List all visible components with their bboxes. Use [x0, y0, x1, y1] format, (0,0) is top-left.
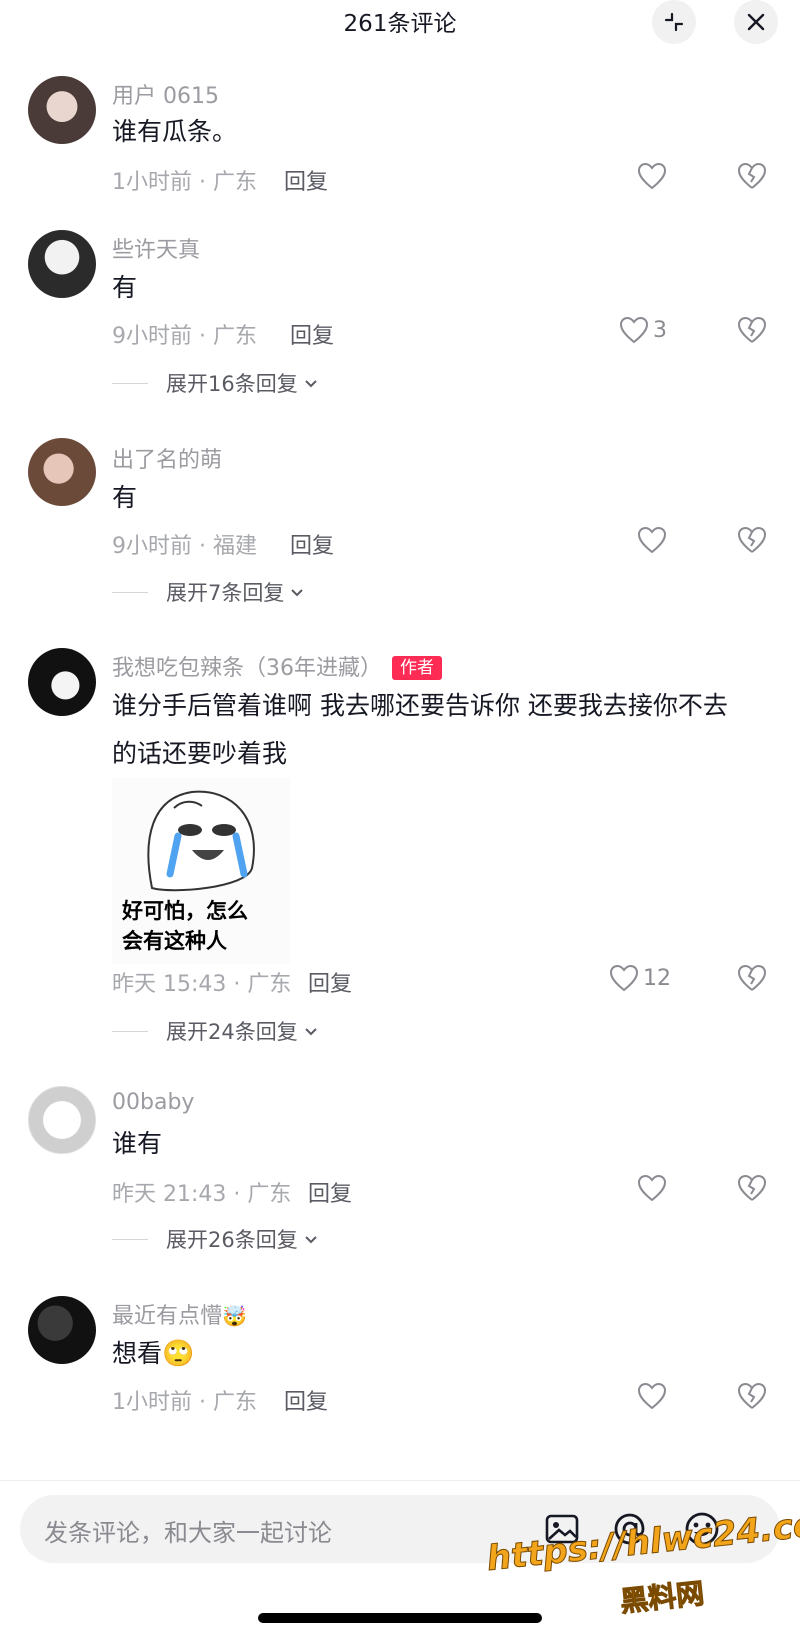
comment-meta: 昨天 15:43 · 广东	[112, 972, 292, 997]
avatar[interactable]	[28, 648, 96, 716]
broken-heart-icon	[737, 162, 767, 189]
collapse-button[interactable]	[652, 0, 696, 44]
sticker-image[interactable]: 好可怕，怎么 会有这种人	[112, 778, 290, 964]
heart-icon	[637, 162, 667, 190]
broken-heart-icon	[737, 1174, 767, 1201]
expand-replies-button[interactable]: 展开16条回复	[112, 368, 320, 398]
comment-text: 有	[112, 483, 138, 512]
heart-icon	[609, 964, 639, 992]
divider	[112, 591, 148, 593]
expand-replies-label: 展开24条回复	[166, 1020, 298, 1044]
divider	[112, 382, 148, 384]
reply-button[interactable]: 回复	[308, 966, 352, 998]
like-button[interactable]: 3	[619, 316, 667, 344]
reply-button[interactable]: 回复	[308, 1176, 352, 1208]
expand-replies-button[interactable]: 展开26条回复	[112, 1224, 320, 1254]
comment-username[interactable]: 最近有点懵🤯	[112, 1298, 247, 1330]
like-button[interactable]: 12	[609, 964, 671, 992]
rolling-eyes-emoji: 🙄	[162, 1339, 195, 1369]
avatar[interactable]	[28, 1086, 96, 1154]
expand-replies-label: 展开7条回复	[166, 581, 285, 605]
sticker-caption: 好可怕，怎么 会有这种人	[122, 899, 248, 953]
chevron-down-icon	[305, 1236, 317, 1244]
like-button[interactable]	[637, 162, 671, 190]
comment-username[interactable]: 些许天真	[112, 232, 200, 264]
comment-meta: 1小时前 · 广东	[112, 1390, 257, 1415]
reply-button[interactable]: 回复	[290, 318, 334, 350]
reply-button[interactable]: 回复	[284, 164, 328, 196]
comment-meta: 昨天 21:43 · 广东	[112, 1182, 292, 1207]
heart-icon	[619, 316, 649, 344]
home-indicator	[258, 1613, 542, 1623]
avatar[interactable]	[28, 76, 96, 144]
chevron-down-icon	[305, 1028, 317, 1036]
close-icon	[747, 13, 765, 31]
dislike-button[interactable]	[737, 162, 767, 194]
avatar[interactable]	[28, 438, 96, 506]
collapse-icon	[664, 12, 684, 32]
dislike-button[interactable]	[737, 1382, 767, 1414]
comment-meta: 1小时前 · 广东	[112, 170, 257, 195]
expand-replies-button[interactable]: 展开7条回复	[112, 577, 306, 607]
comment-text: 谁分手后管着谁啊 我去哪还要告诉你 还要我去接你不去的话还要吵着我	[112, 691, 728, 768]
comment-meta: 9小时前 · 福建	[112, 534, 257, 559]
comment-text: 想看🙄	[112, 1339, 195, 1369]
comments-header: 261条评论	[0, 0, 800, 44]
chevron-down-icon	[305, 380, 317, 388]
comment-text: 谁有	[112, 1129, 163, 1158]
dislike-button[interactable]	[737, 316, 767, 348]
heart-icon	[637, 1174, 667, 1202]
chevron-down-icon	[291, 589, 304, 597]
dislike-button[interactable]	[737, 1174, 767, 1206]
broken-heart-icon	[737, 526, 767, 553]
like-count: 12	[643, 965, 671, 991]
author-badge: 作者	[392, 656, 442, 680]
crying-face-icon	[147, 790, 255, 892]
avatar[interactable]	[28, 1296, 96, 1364]
expand-replies-label: 展开26条回复	[166, 1228, 298, 1252]
reply-button[interactable]: 回复	[290, 528, 334, 560]
like-button[interactable]	[637, 526, 671, 554]
divider	[112, 1030, 148, 1032]
dislike-button[interactable]	[737, 526, 767, 558]
comment-username[interactable]: 出了名的萌	[112, 442, 222, 474]
dislike-button[interactable]	[737, 964, 767, 996]
close-button[interactable]	[734, 0, 778, 44]
comment-username[interactable]: 我想吃包辣条（36年进藏） 作者	[112, 650, 442, 682]
broken-heart-icon	[737, 964, 767, 991]
expand-replies-label: 展开16条回复	[166, 372, 298, 396]
broken-heart-icon	[737, 316, 767, 343]
comment-input-placeholder: 发条评论，和大家一起讨论	[44, 1519, 332, 1547]
comment-username[interactable]: 00baby	[112, 1090, 194, 1115]
heart-icon	[637, 1382, 667, 1410]
broken-heart-icon	[737, 1382, 767, 1409]
reply-button[interactable]: 回复	[284, 1384, 328, 1416]
comment-username[interactable]: 用户 0615	[112, 78, 219, 110]
like-button[interactable]	[637, 1174, 671, 1202]
comment-text: 谁有瓜条。	[112, 117, 238, 146]
comment-text: 有	[112, 273, 138, 302]
comment-meta: 9小时前 · 广东	[112, 324, 257, 349]
avatar[interactable]	[28, 230, 96, 298]
divider	[112, 1238, 148, 1240]
like-button[interactable]	[637, 1382, 671, 1410]
like-count: 3	[653, 317, 667, 343]
expand-replies-button[interactable]: 展开24条回复	[112, 1016, 320, 1046]
heart-icon	[637, 526, 667, 554]
exploding-head-emoji: 🤯	[222, 1304, 247, 1328]
